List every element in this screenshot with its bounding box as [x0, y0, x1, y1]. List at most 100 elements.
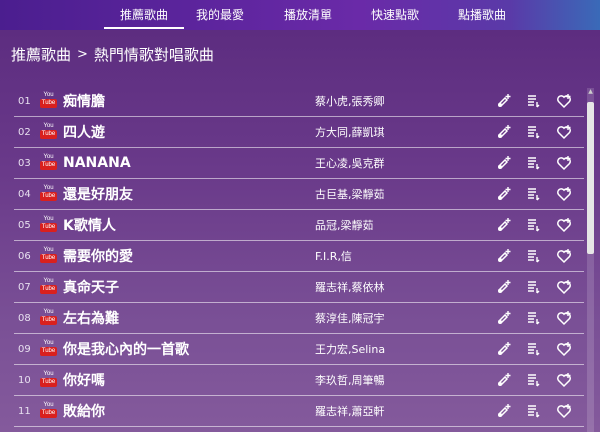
song-number: 09	[18, 343, 31, 355]
scroll-thumb[interactable]	[587, 102, 594, 254]
youtube-icon-bottom-text: Tube	[40, 191, 57, 201]
favorite-heart-icon[interactable]	[556, 217, 572, 233]
song-actions	[496, 341, 572, 357]
song-row[interactable]: 07 You Tube 真命天子 羅志祥,蔡依林	[14, 272, 584, 303]
breadcrumb-parent[interactable]: 推薦歌曲	[11, 44, 71, 65]
song-number: 08	[18, 312, 31, 324]
tab-recommended-songs[interactable]: 推薦歌曲	[104, 0, 184, 30]
song-artist: 品冠,梁靜茹	[315, 219, 374, 232]
song-artist: 王力宏,Selina	[315, 343, 386, 356]
song-title[interactable]: 左右為難	[63, 308, 319, 328]
song-row[interactable]: 01 You Tube 痴情膽 蔡小虎,張秀卿	[14, 86, 584, 117]
add-song-icon[interactable]	[496, 341, 512, 357]
youtube-icon-top-text: You	[43, 91, 54, 98]
song-actions	[496, 248, 572, 264]
song-row[interactable]: 09 You Tube 你是我心內的一首歌 王力宏,Selina	[14, 334, 584, 365]
song-title[interactable]: 四人遊	[63, 122, 319, 142]
song-title[interactable]: 真命天子	[63, 277, 319, 297]
add-to-playlist-icon[interactable]	[526, 124, 542, 140]
song-artist: F.I.R,信	[315, 250, 352, 263]
song-actions	[496, 155, 572, 171]
add-song-icon[interactable]	[496, 372, 512, 388]
song-title[interactable]: 還是好朋友	[63, 184, 319, 204]
youtube-icon-top-text: You	[43, 215, 54, 222]
favorite-heart-icon[interactable]	[556, 93, 572, 109]
song-title[interactable]: NANANA	[63, 155, 319, 171]
youtube-icon-bottom-text: Tube	[40, 315, 57, 325]
favorite-heart-icon[interactable]	[556, 155, 572, 171]
tab-my-favorites[interactable]: 我的最愛	[188, 0, 252, 30]
youtube-icon-bottom-text: Tube	[40, 408, 57, 418]
song-title[interactable]: 你是我心內的一首歌	[63, 339, 319, 359]
youtube-icon-top-text: You	[43, 370, 54, 377]
add-to-playlist-icon[interactable]	[526, 372, 542, 388]
song-title[interactable]: 痴情膽	[63, 91, 319, 111]
favorite-heart-icon[interactable]	[556, 279, 572, 295]
favorite-heart-icon[interactable]	[556, 403, 572, 419]
youtube-icon-bottom-text: Tube	[40, 222, 57, 232]
add-song-icon[interactable]	[496, 403, 512, 419]
song-title[interactable]: 你好嗎	[63, 370, 319, 390]
tab-playlist[interactable]: 播放清單	[276, 0, 340, 30]
youtube-icon: You Tube	[40, 309, 57, 328]
add-to-playlist-icon[interactable]	[526, 93, 542, 109]
song-artist: 羅志祥,蕭亞軒	[315, 405, 385, 418]
add-to-playlist-icon[interactable]	[526, 310, 542, 326]
add-song-icon[interactable]	[496, 279, 512, 295]
add-song-icon[interactable]	[496, 310, 512, 326]
song-row[interactable]: 04 You Tube 還是好朋友 古巨基,梁靜茹	[14, 179, 584, 210]
song-actions	[496, 124, 572, 140]
add-to-playlist-icon[interactable]	[526, 403, 542, 419]
add-to-playlist-icon[interactable]	[526, 186, 542, 202]
youtube-icon-bottom-text: Tube	[40, 253, 57, 263]
youtube-icon-bottom-text: Tube	[40, 129, 57, 139]
youtube-icon-top-text: You	[43, 184, 54, 191]
youtube-icon: You Tube	[40, 216, 57, 235]
add-song-icon[interactable]	[496, 186, 512, 202]
song-actions	[496, 217, 572, 233]
add-to-playlist-icon[interactable]	[526, 279, 542, 295]
song-row[interactable]: 10 You Tube 你好嗎 李玖哲,周筆暢	[14, 365, 584, 396]
add-to-playlist-icon[interactable]	[526, 248, 542, 264]
youtube-icon-bottom-text: Tube	[40, 377, 57, 387]
favorite-heart-icon[interactable]	[556, 248, 572, 264]
tab-quick-order[interactable]: 快速點歌	[363, 0, 427, 30]
add-song-icon[interactable]	[496, 217, 512, 233]
favorite-heart-icon[interactable]	[556, 372, 572, 388]
youtube-icon: You Tube	[40, 402, 57, 421]
song-number: 06	[18, 250, 31, 262]
scroll-up-arrow-icon[interactable]: ▲	[587, 88, 594, 96]
add-song-icon[interactable]	[496, 124, 512, 140]
song-title[interactable]: 需要你的愛	[63, 246, 319, 266]
add-to-playlist-icon[interactable]	[526, 217, 542, 233]
song-number: 03	[18, 157, 31, 169]
song-number: 02	[18, 126, 31, 138]
song-row[interactable]: 03 You Tube NANANA 王心凌,吳克群	[14, 148, 584, 179]
add-to-playlist-icon[interactable]	[526, 155, 542, 171]
song-title[interactable]: 敗給你	[63, 401, 319, 421]
song-row[interactable]: 05 You Tube K歌情人 品冠,梁靜茹	[14, 210, 584, 241]
song-actions	[496, 372, 572, 388]
youtube-icon: You Tube	[40, 247, 57, 266]
breadcrumb-separator: >	[77, 47, 88, 62]
favorite-heart-icon[interactable]	[556, 341, 572, 357]
add-song-icon[interactable]	[496, 248, 512, 264]
song-row[interactable]: 06 You Tube 需要你的愛 F.I.R,信	[14, 241, 584, 272]
add-song-icon[interactable]	[496, 93, 512, 109]
song-actions	[496, 403, 572, 419]
song-artist: 蔡小虎,張秀卿	[315, 95, 385, 108]
add-to-playlist-icon[interactable]	[526, 341, 542, 357]
favorite-heart-icon[interactable]	[556, 310, 572, 326]
song-artist: 王心凌,吳克群	[315, 157, 385, 170]
song-row[interactable]: 08 You Tube 左右為難 蔡淳佳,陳冠宇	[14, 303, 584, 334]
scrollbar[interactable]: ▲	[587, 88, 594, 432]
song-actions	[496, 186, 572, 202]
add-song-icon[interactable]	[496, 155, 512, 171]
tab-requested-songs[interactable]: 點播歌曲	[450, 0, 514, 30]
youtube-icon-top-text: You	[43, 401, 54, 408]
song-row[interactable]: 11 You Tube 敗給你 羅志祥,蕭亞軒	[14, 396, 584, 427]
song-row[interactable]: 02 You Tube 四人遊 方大同,薛凱琪	[14, 117, 584, 148]
favorite-heart-icon[interactable]	[556, 124, 572, 140]
favorite-heart-icon[interactable]	[556, 186, 572, 202]
song-title[interactable]: K歌情人	[63, 215, 319, 235]
